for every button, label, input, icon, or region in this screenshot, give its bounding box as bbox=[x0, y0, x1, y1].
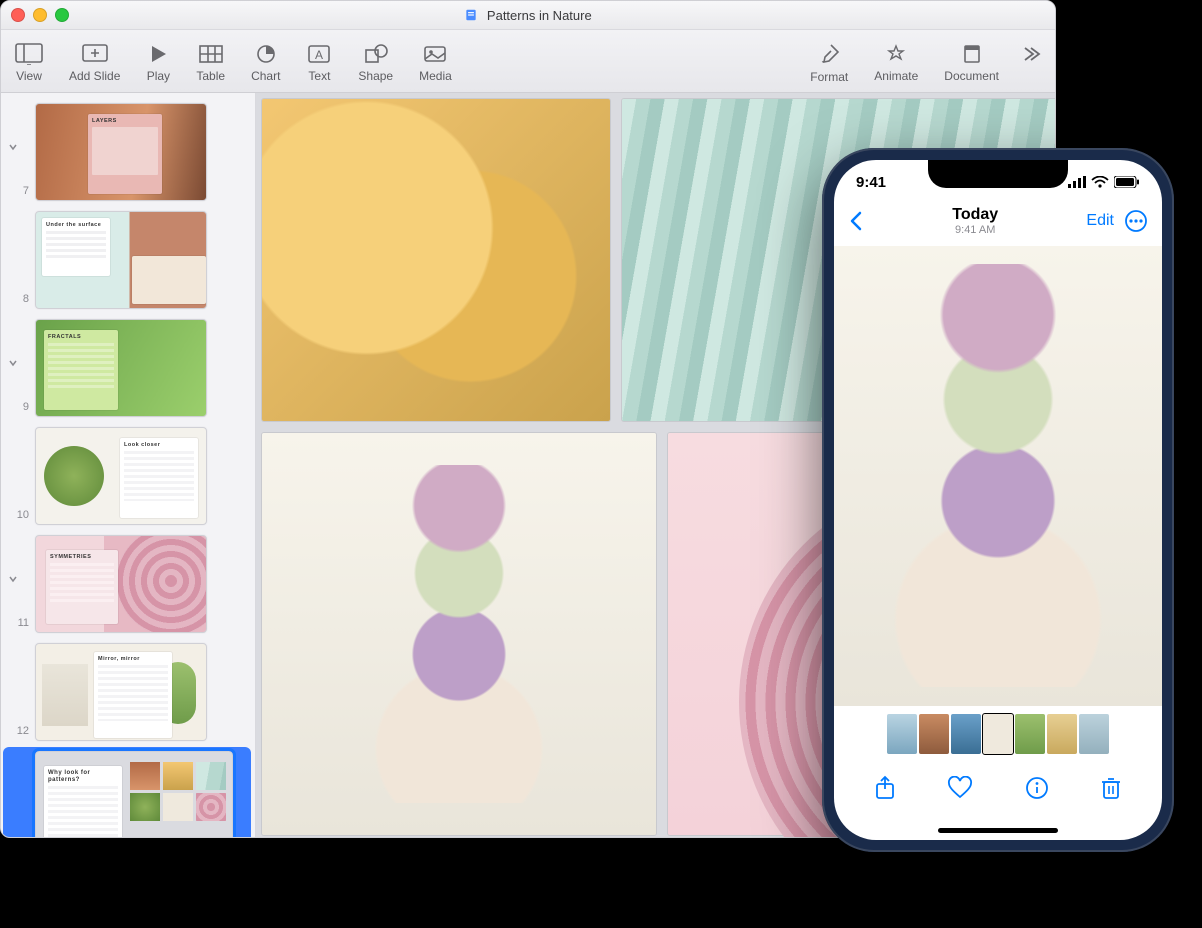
thumb-heading: SYMMETRIES bbox=[50, 554, 114, 561]
fullscreen-button[interactable] bbox=[55, 8, 69, 22]
slide-number: 9 bbox=[7, 401, 29, 417]
animate-button[interactable]: Animate bbox=[874, 43, 918, 83]
photos-toolbar bbox=[834, 762, 1162, 814]
slide-number: 11 bbox=[7, 617, 29, 633]
toolbar-label: Chart bbox=[251, 69, 280, 83]
wifi-icon bbox=[1091, 176, 1109, 188]
slide-thumbnail[interactable]: 7 LAYERS bbox=[7, 103, 247, 201]
scrubber-thumb[interactable] bbox=[887, 714, 917, 754]
window-title: Patterns in Nature bbox=[487, 8, 592, 23]
status-time: 9:41 bbox=[856, 174, 886, 191]
toolbar: View Add Slide Play Table Chart A Text bbox=[1, 30, 1055, 93]
thumb-heading: Under the surface bbox=[46, 222, 106, 229]
toolbar-label: Add Slide bbox=[69, 69, 120, 83]
view-button[interactable]: View bbox=[15, 43, 43, 83]
thumb-heading: Mirror, mirror bbox=[98, 656, 168, 663]
photo-viewer[interactable] bbox=[834, 246, 1162, 706]
thumb-heading: FRACTALS bbox=[48, 334, 114, 341]
iphone-notch bbox=[928, 160, 1068, 188]
cellular-icon bbox=[1068, 176, 1086, 188]
document-button[interactable]: Document bbox=[944, 43, 999, 83]
toolbar-label: Format bbox=[810, 70, 848, 84]
photos-title: Today 9:41 AM bbox=[952, 206, 998, 236]
favorite-button[interactable] bbox=[947, 776, 973, 800]
slide-thumbnail-selected[interactable]: 13 Why look for patterns? bbox=[3, 747, 251, 838]
back-button[interactable] bbox=[848, 210, 864, 232]
document-proxy-icon[interactable] bbox=[464, 8, 478, 22]
disclosure-triangle-icon[interactable] bbox=[5, 571, 21, 587]
info-button[interactable] bbox=[1025, 776, 1049, 800]
chart-button[interactable]: Chart bbox=[251, 43, 280, 83]
toolbar-overflow-button[interactable] bbox=[1019, 43, 1041, 83]
traffic-lights bbox=[11, 8, 69, 22]
thumb-heading: LAYERS bbox=[92, 118, 158, 125]
media-button[interactable]: Media bbox=[419, 43, 452, 83]
scrubber-thumb[interactable] bbox=[1047, 714, 1077, 754]
canvas-image[interactable] bbox=[262, 433, 656, 835]
toolbar-label: Animate bbox=[874, 69, 918, 83]
toolbar-label: Shape bbox=[358, 69, 393, 83]
slide-thumbnail[interactable]: 11 SYMMETRIES bbox=[7, 535, 247, 633]
scrubber-thumb[interactable] bbox=[1079, 714, 1109, 754]
share-button[interactable] bbox=[874, 775, 896, 801]
svg-text:A: A bbox=[315, 48, 323, 62]
add-slide-button[interactable]: Add Slide bbox=[69, 43, 120, 83]
slide-thumbnail[interactable]: 8 Under the surface bbox=[7, 211, 247, 309]
slide-thumbnail[interactable]: 10 Look closer bbox=[7, 427, 247, 525]
battery-icon bbox=[1114, 176, 1140, 188]
scrubber-thumb[interactable] bbox=[919, 714, 949, 754]
toolbar-label: Play bbox=[147, 69, 170, 83]
disclosure-triangle-icon[interactable] bbox=[5, 355, 21, 371]
scrubber-thumb[interactable] bbox=[951, 714, 981, 754]
text-button[interactable]: A Text bbox=[306, 43, 332, 83]
disclosure-triangle-icon[interactable] bbox=[5, 139, 21, 155]
minimize-button[interactable] bbox=[33, 8, 47, 22]
photo-scrubber[interactable] bbox=[834, 706, 1162, 762]
play-button[interactable]: Play bbox=[146, 43, 170, 83]
iphone-device: 9:41 Today 9:41 AM Edit bbox=[822, 148, 1174, 852]
thumb-heading: Look closer bbox=[124, 442, 194, 449]
toolbar-label: Document bbox=[944, 69, 999, 83]
delete-button[interactable] bbox=[1100, 775, 1122, 801]
toolbar-label: Table bbox=[196, 69, 225, 83]
toolbar-label: Media bbox=[419, 69, 452, 83]
shape-button[interactable]: Shape bbox=[358, 43, 393, 83]
slide-navigator[interactable]: 7 LAYERS 8 Under the surface bbox=[1, 93, 256, 838]
toolbar-label: View bbox=[16, 69, 42, 83]
scrubber-thumb[interactable] bbox=[1015, 714, 1045, 754]
iphone-screen: 9:41 Today 9:41 AM Edit bbox=[834, 160, 1162, 840]
scrubber-thumb-current[interactable] bbox=[983, 714, 1013, 754]
photos-nav-bar: Today 9:41 AM Edit bbox=[834, 204, 1162, 242]
window-titlebar[interactable]: Patterns in Nature bbox=[1, 1, 1055, 30]
slide-number: 8 bbox=[7, 293, 29, 309]
more-button[interactable] bbox=[1124, 209, 1148, 233]
slide-thumbnail[interactable]: 12 Mirror, mirror bbox=[7, 643, 247, 741]
slide-number: 7 bbox=[7, 185, 29, 201]
format-button[interactable]: Format bbox=[810, 42, 848, 84]
thumb-heading: Why look for patterns? bbox=[48, 770, 118, 784]
toolbar-label: Text bbox=[308, 69, 330, 83]
edit-button[interactable]: Edit bbox=[1086, 212, 1114, 230]
slide-number: 10 bbox=[7, 509, 29, 525]
close-button[interactable] bbox=[11, 8, 25, 22]
slide-number: 12 bbox=[7, 725, 29, 741]
canvas-image[interactable] bbox=[262, 99, 610, 421]
table-button[interactable]: Table bbox=[196, 43, 225, 83]
home-indicator[interactable] bbox=[938, 828, 1058, 833]
slide-thumbnail[interactable]: 9 FRACTALS bbox=[7, 319, 247, 417]
